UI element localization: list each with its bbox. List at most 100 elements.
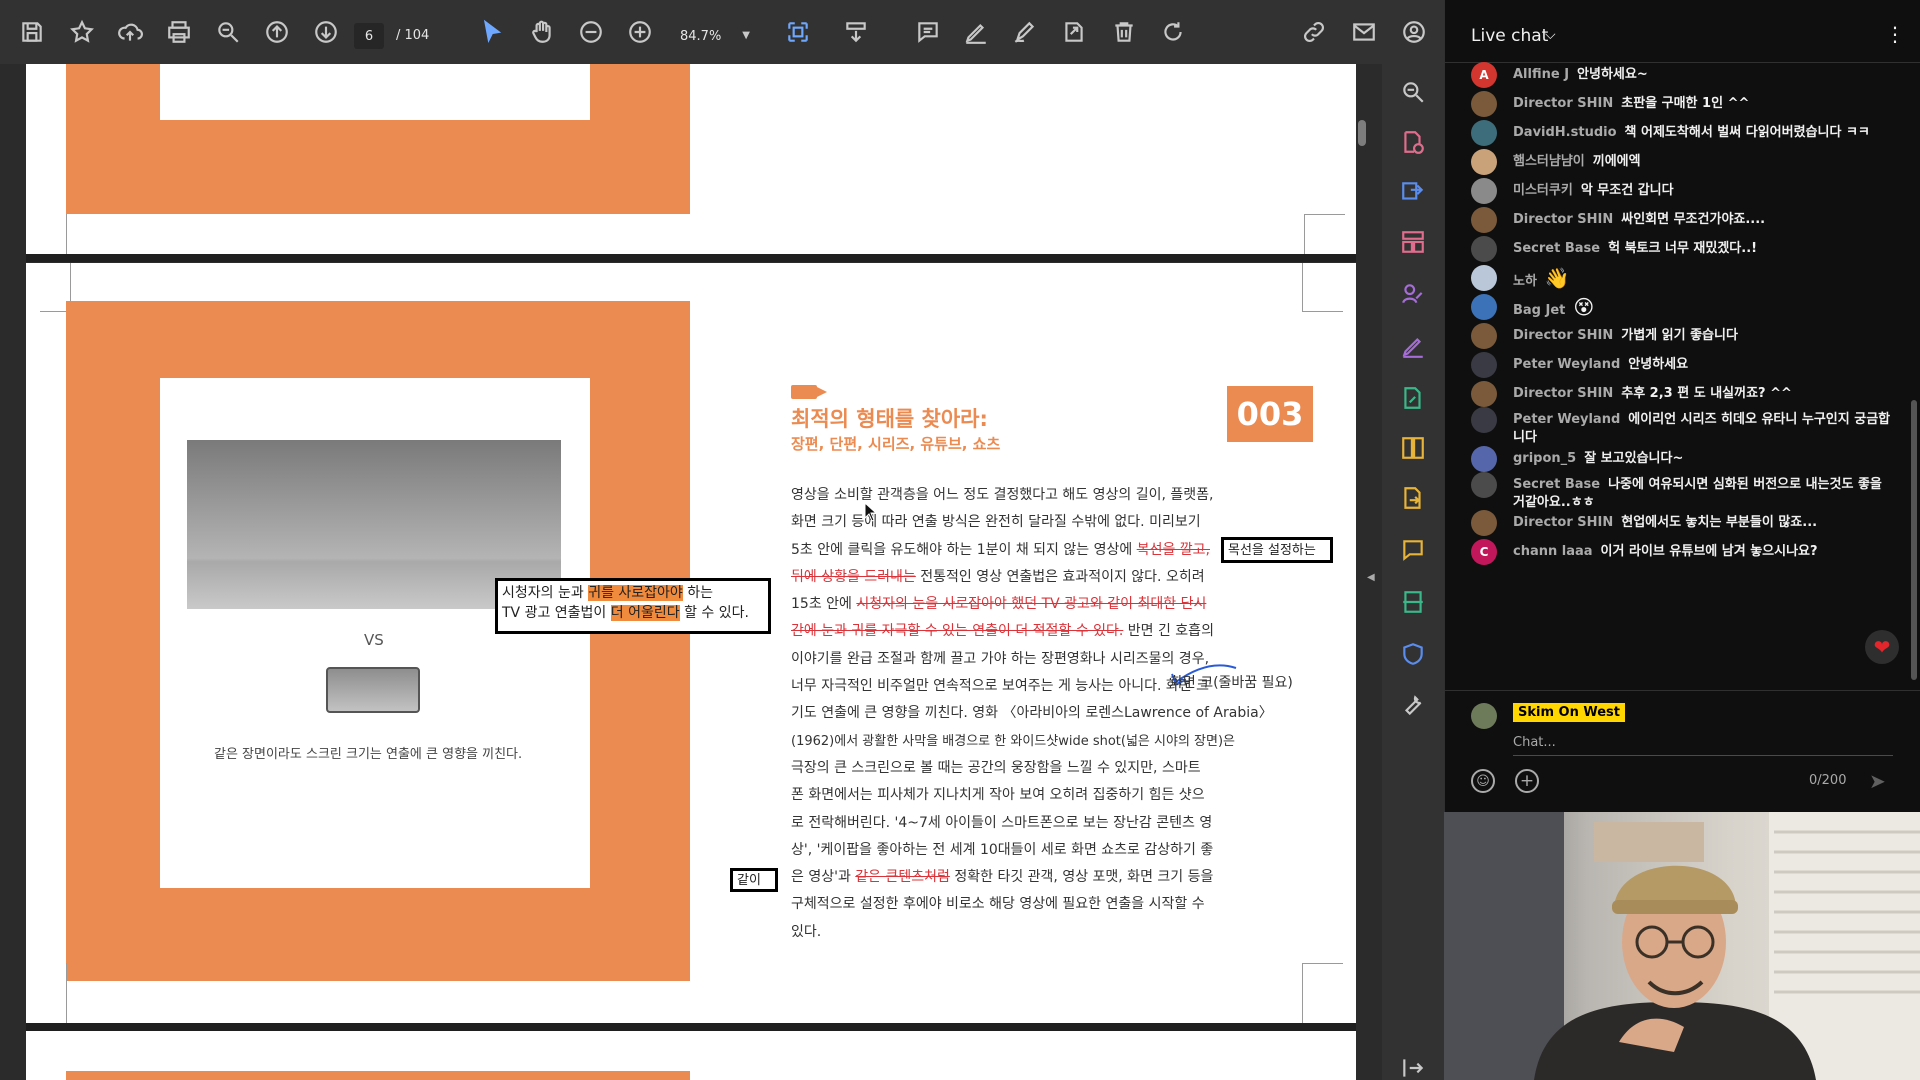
chat-message[interactable]: Peter Weyland 안녕하세요 (1471, 352, 1891, 378)
compare-icon[interactable] (1399, 434, 1427, 462)
chat-message[interactable]: DavidH.studio 책 어제도착해서 벌써 다읽어버렸습니다 ㅋㅋ (1471, 120, 1891, 146)
avatar[interactable] (1471, 446, 1497, 472)
chat-author[interactable]: gripon_5 (1513, 451, 1576, 466)
collapse-panel-icon[interactable]: ◀ (1367, 572, 1375, 583)
comment-icon[interactable] (910, 14, 946, 50)
prev-page-icon[interactable] (259, 14, 295, 50)
star-icon[interactable] (64, 14, 100, 50)
chat-author[interactable]: Secret Base (1513, 241, 1600, 256)
fit-page-icon[interactable] (780, 14, 816, 50)
avatar[interactable] (1471, 472, 1497, 498)
chat-message[interactable]: 노하 👋 (1471, 265, 1891, 291)
more-options-icon[interactable]: ⋮ (1885, 22, 1905, 46)
chat-message[interactable]: Director SHIN 싸인회면 무조건가야죠.... (1471, 207, 1891, 233)
avatar[interactable] (1471, 91, 1497, 117)
chat-message[interactable]: Secret Base 나중에 여유되시면 심화된 버전으로 내는것도 좋을거같아… (1471, 472, 1891, 512)
chat-title[interactable]: Live chat (1471, 26, 1548, 46)
export-pdf-icon[interactable] (1399, 178, 1427, 206)
add-pdf-icon[interactable] (1399, 128, 1427, 156)
request-signature-icon[interactable] (1399, 280, 1427, 308)
select-cursor-icon[interactable] (474, 14, 510, 50)
zoom-out-icon[interactable] (573, 14, 609, 50)
chat-author[interactable]: Director SHIN (1513, 386, 1613, 401)
avatar[interactable] (1471, 178, 1497, 204)
avatar[interactable] (1471, 294, 1497, 320)
chat-message[interactable]: Peter Weyland 에이리언 시리즈 히데오 유타니 누구인지 궁금합니다 (1471, 407, 1891, 447)
avatar[interactable] (1471, 265, 1497, 291)
chat-author[interactable]: Allfine J (1513, 67, 1569, 82)
avatar[interactable] (1471, 381, 1497, 407)
edit-pdf-icon[interactable] (1399, 384, 1427, 412)
trash-icon[interactable] (1106, 14, 1142, 50)
add-icon[interactable]: + (1515, 769, 1539, 793)
chat-author[interactable]: DavidH.studio (1513, 125, 1617, 140)
annotation-box-together[interactable]: 같이 (730, 868, 778, 892)
chat-message[interactable]: Bag Jet 😵 (1471, 294, 1891, 320)
chat-input[interactable]: Chat... (1513, 731, 1893, 756)
chat-message[interactable]: 미스터쿠키 악 무조건 갑니다 (1471, 178, 1891, 204)
chat-message[interactable]: Director SHIN 가볍게 읽기 좋습니다 (1471, 323, 1891, 349)
scroll-mode-icon[interactable] (838, 14, 874, 50)
chat-author[interactable]: chann laaa (1513, 544, 1593, 559)
next-page-icon[interactable] (308, 14, 344, 50)
zoom-in-icon[interactable] (622, 14, 658, 50)
chat-author[interactable]: Peter Weyland (1513, 412, 1620, 427)
chat-message[interactable]: Cchann laaa 이거 라이브 유튜브에 남겨 놓으시나요? (1471, 539, 1891, 565)
avatar[interactable] (1471, 149, 1497, 175)
chat-message[interactable]: Secret Base 헉 북토크 너무 재밌겠다..! (1471, 236, 1891, 262)
avatar[interactable] (1471, 323, 1497, 349)
scan-icon[interactable] (1399, 588, 1427, 616)
zoom-select[interactable]: 84.7% ▼ (668, 23, 756, 49)
chat-message[interactable]: Director SHIN 초판을 구매한 1인 ^^ (1471, 91, 1891, 117)
organize-pages-icon[interactable] (1399, 228, 1427, 256)
avatar[interactable] (1471, 207, 1497, 233)
fill-sign-icon[interactable] (1399, 332, 1427, 360)
save-icon[interactable] (14, 14, 50, 50)
more-tools-icon[interactable] (1399, 692, 1427, 720)
comment-panel-icon[interactable] (1399, 536, 1427, 564)
chat-author[interactable]: 햄스터냠냠이 (1513, 154, 1585, 169)
avatar[interactable] (1471, 120, 1497, 146)
link-icon[interactable] (1296, 14, 1332, 50)
share-edit-icon[interactable] (1056, 14, 1092, 50)
rotate-icon[interactable] (1155, 14, 1191, 50)
heart-reaction-button[interactable]: ❤ (1865, 630, 1899, 664)
avatar[interactable]: A (1471, 62, 1497, 88)
chat-author[interactable]: Director SHIN (1513, 212, 1613, 227)
cloud-upload-icon[interactable] (112, 14, 148, 50)
document-scrollbar[interactable] (1358, 120, 1366, 146)
chat-author[interactable]: Bag Jet (1513, 303, 1565, 318)
protect-icon[interactable] (1399, 640, 1427, 668)
hand-tool-icon[interactable] (524, 14, 560, 50)
sign-icon[interactable] (1007, 14, 1043, 50)
pen-icon[interactable] (958, 14, 994, 50)
avatar[interactable] (1471, 407, 1497, 433)
chat-author[interactable]: Director SHIN (1513, 96, 1613, 111)
expand-rail-icon[interactable] (1399, 1054, 1427, 1080)
page-number-input[interactable]: 6 (354, 23, 384, 49)
chat-message[interactable]: gripon_5 잘 보고있습니다~ (1471, 446, 1891, 472)
chat-author[interactable]: Secret Base (1513, 477, 1600, 492)
annotation-box-tv-ad[interactable]: 시청자의 눈과 귀를 사로잡아야 하는 TV 광고 연출법이 더 어울린다 할 … (495, 578, 771, 634)
chat-author[interactable]: 노하 (1513, 274, 1537, 289)
chevron-down-icon[interactable]: ⌵ (1545, 27, 1556, 43)
search-icon[interactable] (1399, 78, 1427, 106)
chat-message[interactable]: Director SHIN 추후 2,3 편 도 내실꺼죠? ^^ (1471, 381, 1891, 407)
chat-message[interactable]: Director SHIN 현업에서도 놓치는 부분들이 많죠... (1471, 510, 1891, 536)
mail-icon[interactable] (1346, 14, 1382, 50)
avatar[interactable] (1471, 236, 1497, 262)
chat-author[interactable]: 미스터쿠키 (1513, 183, 1573, 198)
zoom-search-icon[interactable] (210, 14, 246, 50)
chat-author[interactable]: Peter Weyland (1513, 357, 1620, 372)
avatar[interactable] (1471, 352, 1497, 378)
export-file-icon[interactable] (1399, 484, 1427, 512)
emoji-icon[interactable]: ☺ (1471, 769, 1495, 793)
chat-author[interactable]: Director SHIN (1513, 515, 1613, 530)
print-icon[interactable] (161, 14, 197, 50)
avatar[interactable]: C (1471, 539, 1497, 565)
annotation-box-foreshadow[interactable]: 목선을 설정하는 (1221, 537, 1333, 563)
chat-message[interactable]: 햄스터냠냠이 끼에에엑 (1471, 149, 1891, 175)
chat-author[interactable]: Director SHIN (1513, 328, 1613, 343)
chat-scrollbar[interactable] (1911, 400, 1917, 680)
send-icon[interactable]: ➤ (1869, 769, 1886, 793)
